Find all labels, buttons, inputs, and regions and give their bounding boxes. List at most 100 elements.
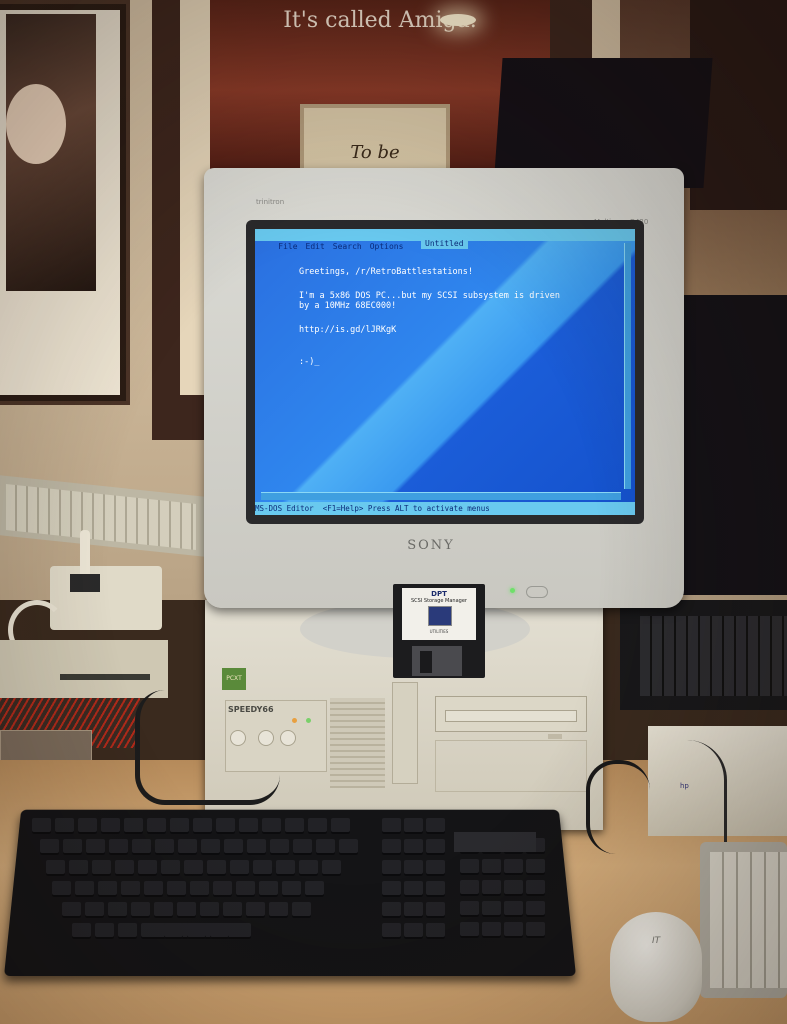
keyboard-key[interactable] (246, 902, 265, 918)
vertical-scrollbar[interactable] (624, 243, 631, 489)
keyboard-key[interactable] (132, 839, 151, 855)
keyboard-key[interactable] (270, 839, 289, 855)
keyboard-key[interactable] (131, 902, 150, 918)
keyboard-key[interactable] (167, 881, 186, 897)
keyboard-key[interactable] (269, 902, 288, 918)
cdrom-tray[interactable] (445, 710, 577, 722)
keyboard-key[interactable] (426, 860, 445, 876)
keyboard-key[interactable] (98, 881, 117, 897)
keyboard-key[interactable] (118, 923, 137, 939)
keyboard-key[interactable] (382, 923, 401, 939)
menu-edit[interactable]: Edit (302, 241, 329, 253)
keyboard-key[interactable] (404, 839, 423, 855)
menu-search[interactable]: Search (329, 241, 366, 253)
monitor-power-button[interactable] (526, 586, 548, 598)
keyboard-key[interactable] (382, 860, 401, 876)
keypad-key[interactable] (460, 880, 479, 896)
keypad-key[interactable] (504, 859, 523, 875)
keyboard-key[interactable] (92, 860, 111, 876)
keyboard-key[interactable] (426, 881, 445, 897)
keyboard-key[interactable] (69, 860, 88, 876)
keyboard-key[interactable] (32, 818, 51, 834)
keypad-key[interactable] (482, 880, 501, 896)
keyboard-key[interactable] (339, 839, 358, 855)
keypad-key[interactable] (482, 901, 501, 917)
turbo-button[interactable] (280, 730, 296, 746)
keyboard-key[interactable] (144, 881, 163, 897)
keyboard-key[interactable] (426, 923, 445, 939)
keyboard-key[interactable] (299, 860, 318, 876)
keyboard-key[interactable] (382, 818, 401, 834)
keyboard-key[interactable] (216, 818, 235, 834)
keyboard-key[interactable] (207, 860, 226, 876)
keyboard-key[interactable] (382, 881, 401, 897)
keyboard-key[interactable] (224, 839, 243, 855)
keypad-key[interactable] (460, 922, 479, 938)
keyboard-key[interactable] (95, 923, 114, 939)
keyboard-key[interactable] (426, 902, 445, 918)
keyboard-key[interactable] (239, 818, 258, 834)
keyboard-key[interactable] (190, 881, 209, 897)
mouse[interactable] (610, 912, 702, 1022)
keyboard-key[interactable] (46, 860, 65, 876)
keyboard-key[interactable] (115, 860, 134, 876)
keyboard-key[interactable] (285, 818, 304, 834)
menu-options[interactable]: Options (366, 241, 408, 253)
keyboard-key[interactable] (109, 839, 128, 855)
keyboard-key[interactable] (193, 818, 212, 834)
keyboard-key[interactable] (426, 839, 445, 855)
keypad-key[interactable] (460, 901, 479, 917)
keyboard-key[interactable] (382, 902, 401, 918)
keyboard-key[interactable] (161, 860, 180, 876)
keyboard-key[interactable] (63, 839, 82, 855)
keyboard-key[interactable] (404, 923, 423, 939)
keyboard-key[interactable] (223, 902, 242, 918)
cdrom-eject-button[interactable] (548, 734, 562, 739)
keyboard-key[interactable] (164, 923, 183, 939)
keyboard-key[interactable] (322, 860, 341, 876)
keyboard-key[interactable] (210, 923, 229, 939)
keyboard-key[interactable] (147, 818, 166, 834)
keypad-key[interactable] (482, 859, 501, 875)
keyboard-key[interactable] (124, 818, 143, 834)
horizontal-scrollbar[interactable] (261, 492, 621, 500)
keyboard-key[interactable] (308, 818, 327, 834)
keyboard-key[interactable] (86, 839, 105, 855)
keypad-key[interactable] (526, 859, 545, 875)
keyboard-key[interactable] (236, 881, 255, 897)
keypad-key[interactable] (504, 901, 523, 917)
menu-file[interactable]: File (274, 241, 301, 253)
keyboard-key[interactable] (177, 902, 196, 918)
keyboard-key[interactable] (170, 818, 189, 834)
keyboard-key[interactable] (213, 881, 232, 897)
keyboard-key[interactable] (200, 902, 219, 918)
keyboard-key[interactable] (293, 839, 312, 855)
keyboard-key[interactable] (305, 881, 324, 897)
keypad-key[interactable] (482, 922, 501, 938)
keyboard-key[interactable] (178, 839, 197, 855)
keyboard-key[interactable] (404, 860, 423, 876)
dos-editor-screen[interactable]: File Edit Search Options Untitled Greetings… (255, 229, 635, 515)
keypad-key[interactable] (526, 880, 545, 896)
keyboard-key[interactable] (262, 818, 281, 834)
keyboard-key[interactable] (253, 860, 272, 876)
keyboard-key[interactable] (382, 839, 401, 855)
keyboard-key[interactable] (404, 818, 423, 834)
keyboard-key[interactable] (78, 818, 97, 834)
keyboard-key[interactable] (316, 839, 335, 855)
keyboard-key[interactable] (292, 902, 311, 918)
keyboard-key[interactable] (72, 923, 91, 939)
keyboard-key[interactable] (187, 923, 206, 939)
keyboard-key[interactable] (259, 881, 278, 897)
keyboard-key[interactable] (404, 902, 423, 918)
keyboard-key[interactable] (75, 881, 94, 897)
keyboard-key[interactable] (154, 902, 173, 918)
keyboard-key[interactable] (155, 839, 174, 855)
keyboard-key[interactable] (201, 839, 220, 855)
keyboard-key[interactable] (282, 881, 301, 897)
keyboard-key[interactable] (40, 839, 59, 855)
keypad-key[interactable] (504, 880, 523, 896)
keyboard-key[interactable] (247, 839, 266, 855)
keyboard-key[interactable] (276, 860, 295, 876)
keyboard-key[interactable] (184, 860, 203, 876)
